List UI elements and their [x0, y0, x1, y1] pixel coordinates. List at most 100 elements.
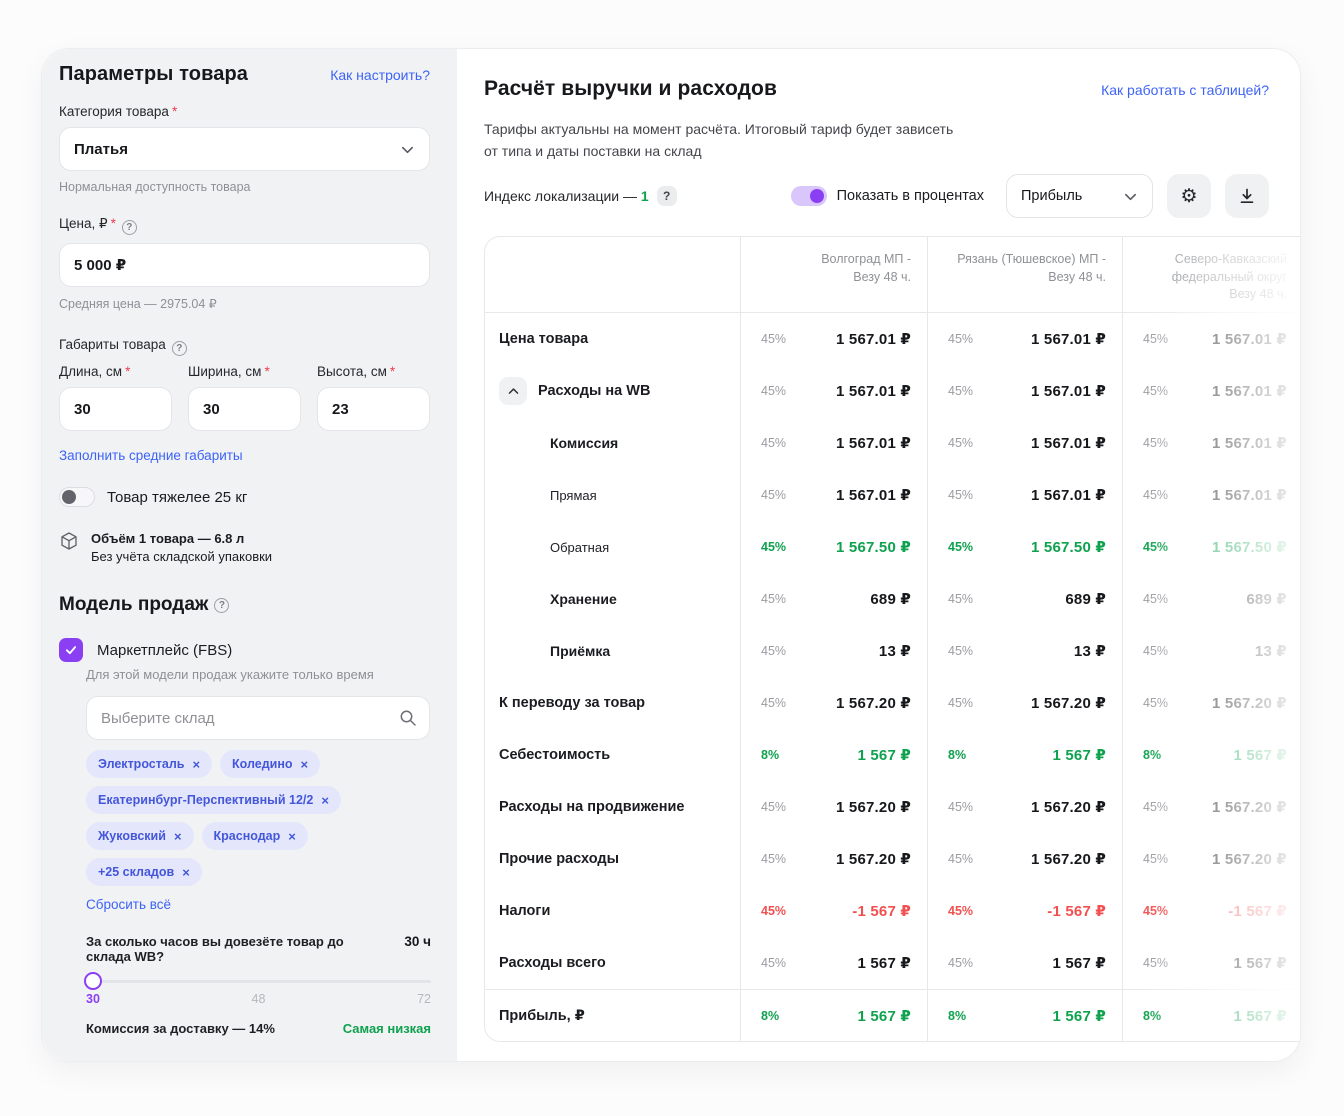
dimensions-help-icon[interactable]: ?	[172, 341, 187, 356]
required-asterisk: *	[172, 104, 177, 119]
table-cell: 45%1 567.01 ₽	[740, 469, 927, 521]
check-icon	[64, 643, 78, 657]
cell-percent: 45%	[948, 384, 973, 398]
table-cell: 45%1 567.20 ₽	[740, 677, 927, 729]
row-label-cell: Налоги	[485, 885, 740, 937]
table-cell: 45%1 567.20 ₽	[1122, 677, 1301, 729]
table-cell: 45%1 567 ₽	[927, 937, 1122, 989]
cell-percent: 45%	[761, 956, 786, 970]
row-label-cell: Приёмка	[485, 625, 740, 677]
warehouse-tag-label: Коледино	[232, 757, 293, 771]
warehouse-search-input[interactable]	[86, 696, 430, 740]
cell-value: 1 567 ₽	[1052, 746, 1106, 764]
how-to-configure-link[interactable]: Как настроить?	[330, 67, 430, 83]
row-label: Комиссия	[550, 435, 618, 451]
remove-tag-icon[interactable]: ×	[288, 829, 296, 844]
table-cell: 8%1 567 ₽	[1122, 990, 1301, 1042]
reset-all-link[interactable]: Сбросить всё	[86, 897, 171, 912]
slider-handle[interactable]	[84, 972, 102, 990]
warehouse-tag[interactable]: Жуковский×	[86, 822, 194, 850]
cell-percent: 45%	[948, 644, 973, 658]
price-help-icon[interactable]: ?	[122, 220, 137, 235]
dimensions-fields: Длина, см*Ширина, см*Высота, см*	[59, 364, 430, 431]
cell-value: 1 567.50 ₽	[1212, 538, 1287, 556]
warehouse-tag[interactable]: +25 складов×	[86, 858, 202, 886]
heavy-item-toggle[interactable]	[59, 487, 95, 507]
column-header-empty	[485, 237, 740, 312]
cell-percent: 45%	[948, 696, 973, 710]
dimensions-label: Габариты товара?	[59, 337, 430, 356]
row-label: Хранение	[550, 591, 617, 607]
category-select[interactable]: Платья	[59, 127, 430, 171]
metric-select[interactable]: Прибыль	[1006, 174, 1153, 218]
cell-percent: 45%	[761, 332, 786, 346]
table-row: Расходы на WB45%1 567.01 ₽45%1 567.01 ₽4…	[485, 365, 1301, 417]
cell-percent: 45%	[1143, 384, 1168, 398]
remove-tag-icon[interactable]: ×	[182, 865, 190, 880]
cell-percent: 45%	[948, 800, 973, 814]
column-header: Северо-Кавказскийфедеральный округВезу 4…	[1122, 237, 1301, 312]
warehouse-tag[interactable]: Коледино ×	[220, 750, 320, 778]
cell-value: 1 567.01 ₽	[1031, 330, 1106, 348]
table-cell: 45%-1 567 ₽	[1122, 885, 1301, 937]
cell-value: 1 567.01 ₽	[836, 486, 911, 504]
slider-marks: 30 48 72	[86, 992, 431, 1006]
cell-percent: 45%	[948, 852, 973, 866]
table-cell: 45%1 567.20 ₽	[1122, 781, 1301, 833]
collapse-row-button[interactable]	[499, 377, 527, 405]
cell-value: 1 567.01 ₽	[1212, 382, 1287, 400]
table-cell: 45%689 ₽	[927, 573, 1122, 625]
table-cell: 45%1 567.01 ₽	[740, 313, 927, 365]
remove-tag-icon[interactable]: ×	[321, 793, 329, 808]
table-help-link[interactable]: Как работать с таблицей?	[1101, 82, 1269, 98]
cell-value: 1 567.01 ₽	[1212, 486, 1287, 504]
download-button[interactable]	[1225, 174, 1269, 218]
cell-value: 1 567.01 ₽	[1212, 434, 1287, 452]
price-input[interactable]	[59, 243, 430, 287]
table-row: Расходы всего45%1 567 ₽45%1 567 ₽45%1 56…	[485, 937, 1301, 989]
cell-percent: 45%	[948, 956, 973, 970]
warehouse-tag[interactable]: Екатеринбург-Перспективный 12/2×	[86, 786, 341, 814]
remove-tag-icon[interactable]: ×	[174, 829, 182, 844]
cell-percent: 8%	[761, 748, 779, 762]
table-cell: 45% 1 567.01 ₽	[1122, 365, 1301, 417]
dimension-input[interactable]	[59, 387, 172, 431]
left-panel-title: Параметры товара	[59, 63, 248, 86]
table-row: Прямая45%1 567.01 ₽45%1 567.01 ₽45%1 567…	[485, 469, 1301, 521]
warehouse-search	[86, 696, 430, 740]
dimension-input[interactable]	[317, 387, 430, 431]
row-label-cell: Обратная	[485, 521, 740, 573]
cell-percent: 8%	[948, 748, 966, 762]
show-percent-toggle[interactable]	[791, 186, 827, 206]
warehouse-tag[interactable]: Краснодар×	[202, 822, 308, 850]
warehouse-tag[interactable]: Электросталь ×	[86, 750, 212, 778]
cell-value: 1 567.20 ₽	[1031, 850, 1106, 868]
table-row: Хранение45%689 ₽45%689 ₽45%689 ₽	[485, 573, 1301, 625]
cell-value: 1 567.50 ₽	[836, 538, 911, 556]
fill-average-dimensions-link[interactable]: Заполнить средние габариты	[59, 448, 243, 463]
table-cell: 45% 1 567.20 ₽	[927, 833, 1122, 885]
sales-model-help-icon[interactable]: ?	[214, 598, 229, 613]
warehouse-tag-label: Электросталь	[98, 757, 184, 771]
slider-track[interactable]	[86, 980, 431, 983]
dimension-field: Высота, см*	[317, 364, 430, 431]
category-helper: Нормальная доступность товара	[59, 180, 430, 194]
slider-mark: 48	[252, 992, 266, 1006]
cell-percent: 45%	[761, 800, 786, 814]
table-settings-button[interactable]: ⚙	[1167, 174, 1211, 218]
localization-help-icon[interactable]: ?	[657, 186, 677, 206]
cell-percent: 45%	[1143, 800, 1168, 814]
remove-tag-icon[interactable]: ×	[301, 757, 309, 772]
cell-value: 1 567.20 ₽	[1212, 850, 1287, 868]
cell-percent: 45%	[1143, 644, 1168, 658]
dimension-input[interactable]	[188, 387, 301, 431]
dimension-label: Высота, см*	[317, 364, 430, 379]
fbs-checkbox-checked[interactable]	[59, 638, 83, 662]
cell-percent: 8%	[1143, 1009, 1161, 1023]
dimension-field: Ширина, см*	[188, 364, 301, 431]
cell-value: 1 567.01 ₽	[836, 434, 911, 452]
remove-tag-icon[interactable]: ×	[192, 757, 200, 772]
table-cell: 45%689 ₽	[740, 573, 927, 625]
cell-value: 1 567.20 ₽	[1212, 694, 1287, 712]
row-label: Расходы на продвижение	[499, 799, 684, 815]
